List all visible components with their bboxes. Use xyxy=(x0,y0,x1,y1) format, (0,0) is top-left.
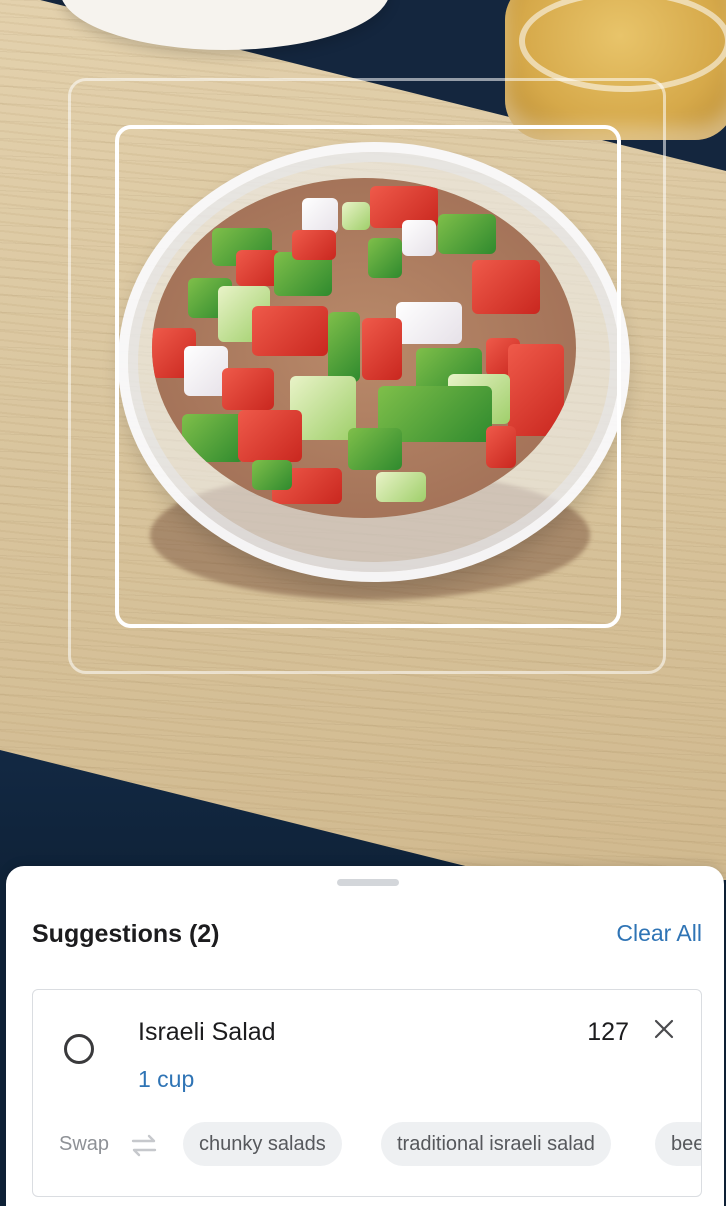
swap-option-chip[interactable]: chunky salads xyxy=(183,1122,342,1166)
swap-label: Swap xyxy=(59,1133,110,1155)
sheet-drag-handle[interactable] xyxy=(337,879,399,886)
swap-row: Swap chunky salads traditional israeli s… xyxy=(33,1122,701,1168)
clear-all-button[interactable]: Clear All xyxy=(616,920,702,947)
radio-unchecked-icon[interactable] xyxy=(64,1034,94,1064)
suggestion-card[interactable]: Israeli Salad 1 cup 127 Swap chunky sala… xyxy=(32,989,702,1197)
suggestions-sheet: Suggestions (2) Clear All Israeli Salad … xyxy=(6,866,724,1206)
suggestions-title: Suggestions (2) xyxy=(32,920,220,948)
close-icon-glyph xyxy=(654,1019,674,1039)
serving-size-link[interactable]: 1 cup xyxy=(138,1066,194,1093)
food-name: Israeli Salad xyxy=(138,1018,276,1046)
swap-option-chip[interactable]: bee xyxy=(655,1122,701,1166)
close-icon[interactable] xyxy=(649,1014,679,1044)
calorie-count: 127 xyxy=(587,1018,629,1046)
scan-frame-inner xyxy=(115,125,621,628)
swap-arrows-icon xyxy=(131,1134,157,1157)
camera-viewfinder xyxy=(0,0,726,880)
swap-option-chip[interactable]: traditional israeli salad xyxy=(381,1122,611,1166)
